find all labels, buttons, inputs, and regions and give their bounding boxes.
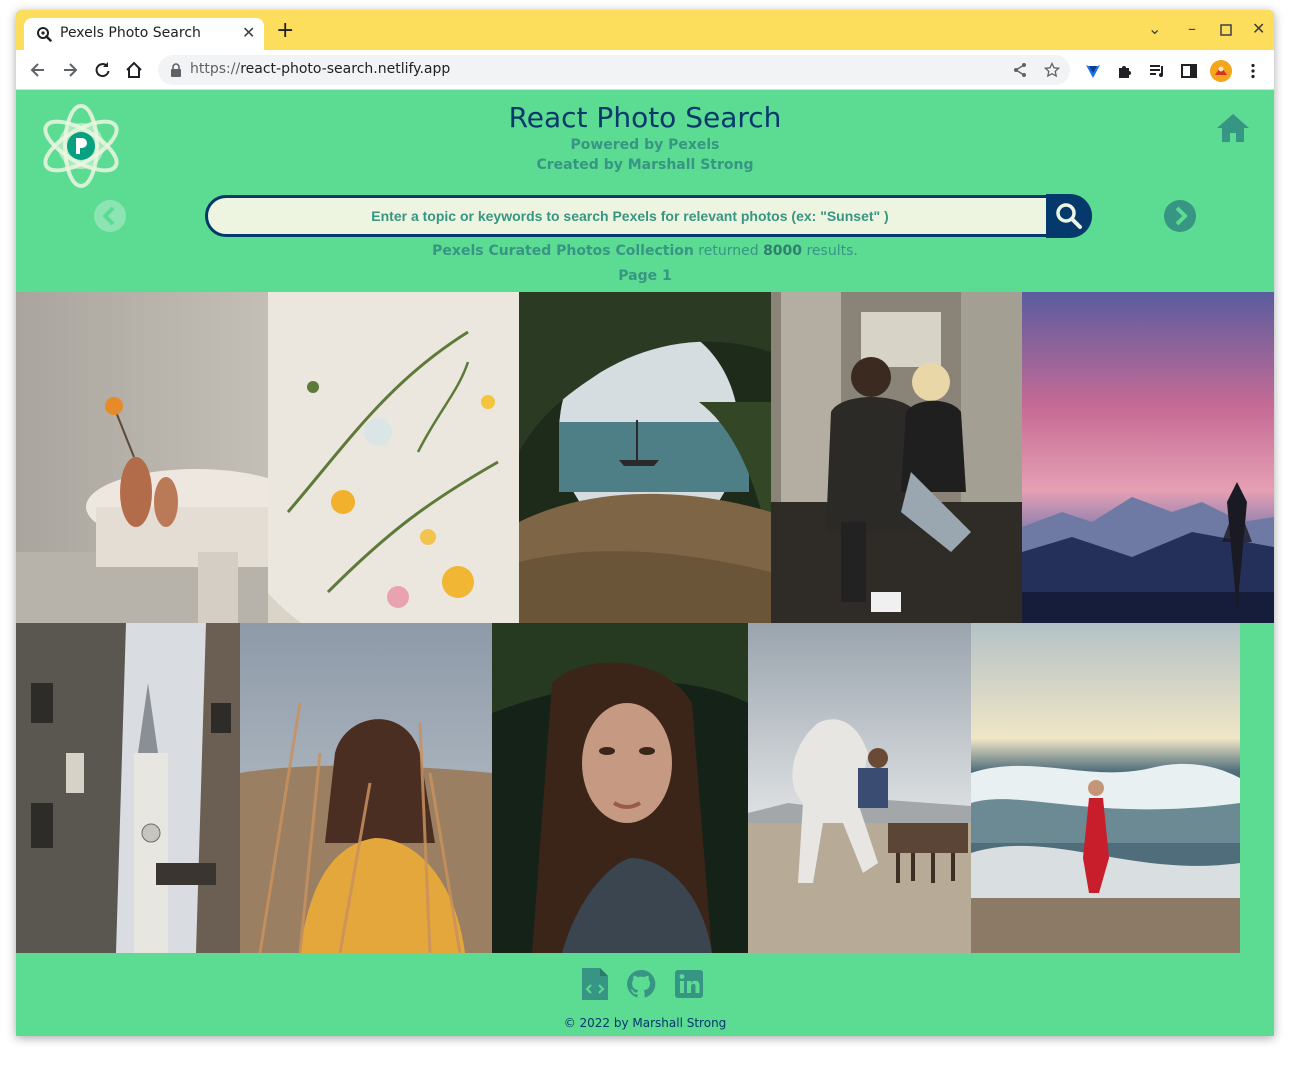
search-input[interactable] — [222, 198, 1038, 234]
photo-subway-couple[interactable] — [771, 292, 1022, 623]
tab-strip: Pexels Photo Search ✕ + ⌄ – ✕ — [16, 10, 1274, 50]
photo-flowers-table[interactable] — [268, 292, 519, 623]
profile-avatar[interactable] — [1210, 60, 1232, 82]
photo-woman-sea[interactable] — [971, 623, 1240, 953]
home-icon[interactable] — [1216, 112, 1250, 144]
photo-vase-flower[interactable] — [16, 292, 268, 623]
photo-church-street[interactable] — [16, 623, 240, 953]
home-browser-icon[interactable] — [124, 60, 144, 80]
minimize-icon[interactable]: – — [1188, 20, 1196, 38]
forward-arrow-icon[interactable] — [60, 60, 80, 80]
code-file-icon[interactable] — [580, 968, 610, 1000]
search-bar — [205, 195, 1092, 237]
maximize-icon[interactable] — [1220, 24, 1232, 36]
page-indicator: Page 1 — [618, 268, 672, 284]
photo-woman-portrait[interactable] — [492, 623, 748, 953]
search-button[interactable] — [1046, 194, 1092, 238]
previous-page-button[interactable] — [94, 200, 126, 232]
linkedin-icon[interactable] — [674, 968, 704, 1000]
photo-lake-boat[interactable] — [519, 292, 771, 623]
copyright-text: © 2022 by Marshall Strong — [563, 1016, 727, 1030]
created-by-label: Created by Marshall Strong — [536, 157, 754, 173]
powered-by-label: Powered by Pexels — [570, 137, 720, 153]
new-tab-icon[interactable]: + — [276, 20, 294, 42]
browser-window: Pexels Photo Search ✕ + ⌄ – ✕ https://re… — [16, 10, 1274, 1036]
back-arrow-icon[interactable] — [28, 60, 48, 80]
media-queue-icon[interactable] — [1148, 62, 1166, 80]
close-window-icon[interactable]: ✕ — [1252, 20, 1265, 38]
github-icon[interactable] — [626, 968, 656, 1000]
reload-icon[interactable] — [92, 60, 112, 80]
tab-search-chevron-icon[interactable]: ⌄ — [1148, 20, 1161, 38]
page-title: React Photo Search — [508, 101, 782, 134]
photo-pink-sky-mountains[interactable] — [1022, 292, 1274, 623]
search-favicon-icon — [37, 27, 52, 42]
search-icon — [1056, 203, 1082, 229]
url-text: https://react-photo-search.netlify.app — [190, 61, 451, 77]
bookmark-star-icon[interactable] — [1044, 62, 1060, 78]
puzzle-extensions-icon[interactable] — [1116, 62, 1134, 80]
lock-icon — [171, 63, 181, 77]
browser-tab[interactable]: Pexels Photo Search ✕ — [24, 18, 264, 50]
next-page-button[interactable] — [1164, 200, 1196, 232]
vpn-extension-icon[interactable] — [1084, 62, 1102, 80]
photo-horse-rider[interactable] — [748, 623, 971, 953]
share-icon[interactable] — [1012, 62, 1028, 78]
kebab-menu-icon[interactable] — [1244, 62, 1262, 80]
address-bar[interactable]: https://react-photo-search.netlify.app — [158, 55, 1070, 85]
side-panel-icon[interactable] — [1180, 62, 1198, 80]
photo-woman-reeds[interactable] — [240, 623, 492, 953]
tab-title: Pexels Photo Search — [60, 25, 201, 41]
tab-close-icon[interactable]: ✕ — [242, 24, 255, 42]
browser-toolbar: https://react-photo-search.netlify.app — [16, 50, 1274, 90]
results-summary: Pexels Curated Photos Collection returne… — [432, 243, 858, 259]
